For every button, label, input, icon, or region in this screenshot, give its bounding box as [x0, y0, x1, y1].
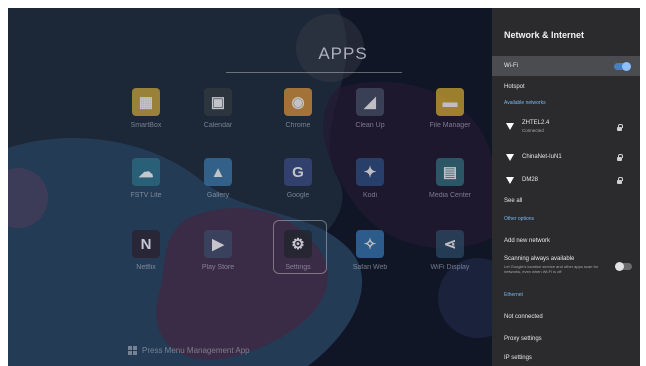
wifi-switch[interactable]: [614, 62, 631, 71]
network-item[interactable]: DM28: [492, 168, 640, 194]
app-label: Kodi: [362, 192, 377, 199]
broom-app-icon: ◢: [356, 88, 384, 116]
app-label: Calendar: [203, 122, 233, 129]
manage-apps-link[interactable]: Press Menu Management App: [128, 346, 250, 355]
ethernet-status: Not connected: [504, 314, 543, 320]
ethernet-status-row[interactable]: Not connected: [492, 310, 640, 324]
app-tile[interactable]: ▣ Calendar: [178, 88, 258, 146]
app-label: File Manager: [429, 122, 471, 129]
add-network-label: Add new network: [504, 238, 551, 244]
app-tile[interactable]: ⚙ Settings: [258, 220, 338, 288]
panel-title: Network & Internet: [504, 30, 585, 40]
kodi-app-icon: ✦: [356, 158, 384, 186]
app-label: Google: [286, 192, 310, 199]
netflix-app-icon: N: [132, 230, 160, 258]
wifi-signal-icon: [506, 177, 514, 184]
app-tile[interactable]: ✧ Safari Web: [330, 230, 410, 288]
network-name: ZHTEL2.4: [522, 120, 550, 126]
app-label: Clean Up: [355, 122, 385, 129]
settings-app-icon: ⚙: [284, 230, 312, 258]
app-tile[interactable]: ▬ File Manager: [410, 88, 490, 146]
media-center-app-icon: ▤: [436, 158, 464, 186]
app-label: Safari Web: [352, 264, 388, 271]
network-settings-panel: Network & Internet Wi-Fi Hotspot Availab…: [492, 8, 640, 366]
other-options-header: Other options: [504, 216, 535, 222]
wifi-signal-icon: [506, 123, 514, 130]
lock-icon: [617, 154, 623, 161]
cloud-app-icon: ☁: [132, 158, 160, 186]
ip-settings-row[interactable]: IP settings: [492, 352, 640, 364]
available-networks-header: Available networks: [504, 100, 546, 106]
lock-icon: [617, 124, 623, 131]
scanning-row[interactable]: Scanning always available Let Google's l…: [492, 256, 640, 282]
app-label: WiFi Display: [430, 264, 470, 271]
scanning-description: Let Google's location service and other …: [504, 264, 599, 274]
apps-title: APPS: [318, 44, 368, 63]
app-tile[interactable]: ▲ Gallery: [178, 158, 258, 216]
wifi-signal-icon: [506, 154, 514, 161]
see-all-label: See all: [504, 198, 523, 204]
app-tile[interactable]: ▶ Play Store: [178, 230, 258, 288]
chrome-app-icon: ◉: [284, 88, 312, 116]
app-label: SmartBox: [130, 122, 162, 129]
proxy-settings-row[interactable]: Proxy settings: [492, 332, 640, 346]
gallery-app-icon: ▲: [204, 158, 232, 186]
app-tile[interactable]: ◉ Chrome: [258, 88, 338, 146]
app-tile[interactable]: G Google: [258, 158, 338, 216]
app-label: Settings: [285, 264, 311, 271]
wifi-label: Wi-Fi: [504, 63, 518, 69]
scanning-label: Scanning always available: [504, 256, 575, 262]
network-status: Connected: [522, 128, 544, 133]
file-manager-app-icon: ▬: [436, 88, 464, 116]
see-all-row[interactable]: See all: [492, 194, 640, 208]
add-network-row[interactable]: Add new network: [492, 234, 640, 248]
app-tile[interactable]: ☁ FSTV Lite: [106, 158, 186, 216]
app-tile[interactable]: ✦ Kodi: [330, 158, 410, 216]
app-label: Media Center: [428, 192, 472, 199]
google-app-icon: G: [284, 158, 312, 186]
app-label: Play Store: [201, 264, 235, 271]
share-app-icon: ⋖: [436, 230, 464, 258]
app-label: FSTV Lite: [130, 192, 162, 199]
hotspot-label: Hotspot: [504, 84, 525, 90]
network-name: DM28: [522, 177, 539, 183]
app-tile[interactable]: ▦ SmartBox: [106, 88, 186, 146]
manage-apps-label: Press Menu Management App: [142, 346, 250, 355]
scanning-switch[interactable]: [615, 262, 632, 271]
app-tile[interactable]: ▤ Media Center: [410, 158, 490, 216]
ip-settings-label: IP settings: [504, 355, 532, 361]
wifi-toggle-row[interactable]: Wi-Fi: [492, 56, 640, 76]
apps-divider: [226, 72, 402, 73]
network-item[interactable]: ZHTEL2.4 Connected: [492, 112, 640, 142]
folder-app-icon: ▦: [132, 88, 160, 116]
network-name: ChinaNet-IuN1: [522, 154, 562, 160]
calculator-app-icon: ▣: [204, 88, 232, 116]
app-tile[interactable]: ◢ Clean Up: [330, 88, 410, 146]
play-store-app-icon: ▶: [204, 230, 232, 258]
grid-icon: [128, 346, 137, 355]
hotspot-row[interactable]: Hotspot: [492, 80, 640, 94]
app-tile[interactable]: ⋖ WiFi Display: [410, 230, 490, 288]
ethernet-header: Ethernet: [504, 292, 523, 298]
app-label: Gallery: [206, 192, 230, 199]
tv-screen: APPS ▦ SmartBox ▣ Calendar ◉ Chrome ◢ Clean Up ▬…: [8, 8, 640, 366]
proxy-settings-label: Proxy settings: [504, 336, 542, 342]
app-tile[interactable]: N Netflix: [106, 230, 186, 288]
lock-icon: [617, 177, 623, 184]
app-label: Chrome: [285, 122, 311, 129]
compass-app-icon: ✧: [356, 230, 384, 258]
app-label: Netflix: [136, 264, 156, 271]
